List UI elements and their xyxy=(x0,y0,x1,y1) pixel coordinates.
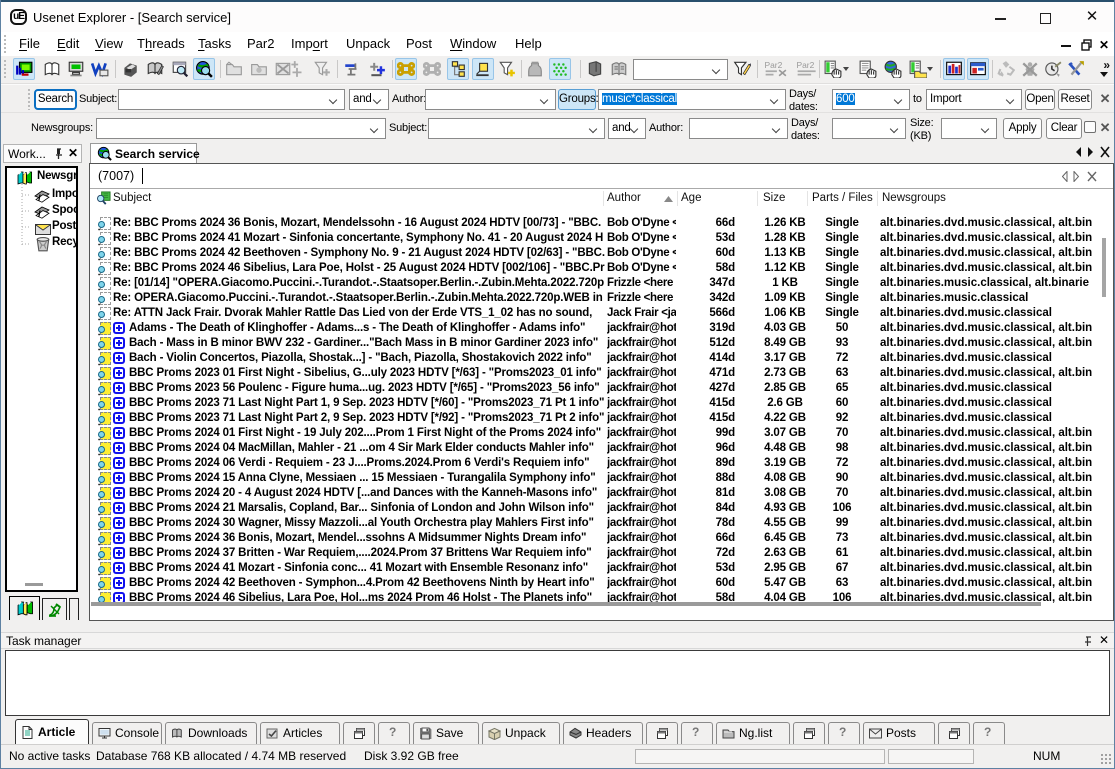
svg-text:Par2: Par2 xyxy=(765,60,783,70)
svg-text:Par2: Par2 xyxy=(797,60,815,70)
